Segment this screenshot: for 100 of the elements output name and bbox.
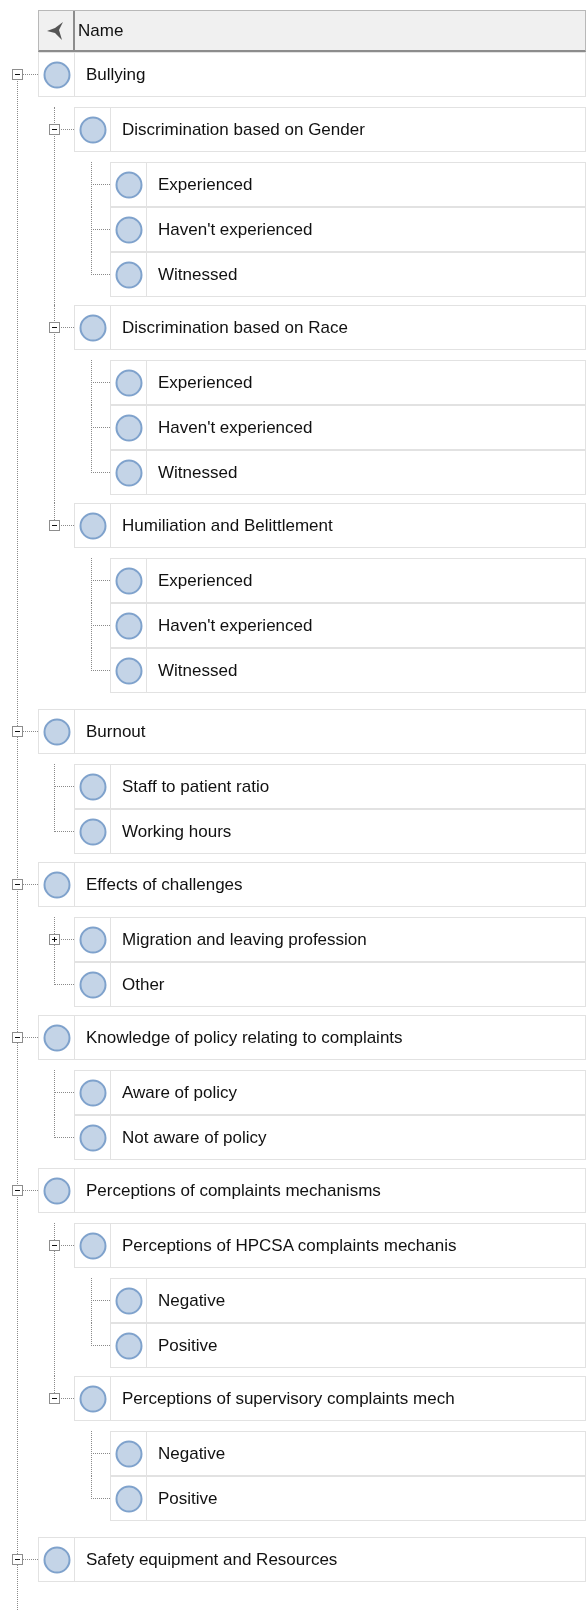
tree-row[interactable]: Experienced — [110, 558, 586, 603]
node-label: Haven't experienced — [157, 416, 313, 439]
node-label: Positive — [157, 1487, 218, 1510]
node-label: Perceptions of complaints mechanisms — [85, 1179, 381, 1202]
circle-icon — [78, 970, 107, 999]
collapse-icon[interactable] — [12, 1032, 23, 1043]
tree-row[interactable]: Safety equipment and Resources — [38, 1537, 586, 1582]
circle-icon — [78, 772, 107, 801]
circle-icon — [78, 511, 107, 540]
circle-icon — [114, 368, 143, 397]
node-label: Experienced — [157, 173, 253, 196]
node-label: Not aware of policy — [121, 1126, 267, 1149]
circle-icon — [78, 1231, 107, 1260]
tree-row[interactable]: Burnout — [38, 709, 586, 754]
collapse-icon[interactable] — [12, 726, 23, 737]
node-label: Other — [121, 973, 165, 996]
tree-row[interactable]: Haven't experienced — [110, 405, 586, 450]
tree-row[interactable]: Positive — [110, 1476, 586, 1521]
circle-icon — [114, 656, 143, 685]
circle-icon — [114, 1439, 143, 1468]
tree-row[interactable]: Not aware of policy — [74, 1115, 586, 1160]
circle-icon — [42, 870, 71, 899]
tree-row[interactable]: Migration and leaving profession — [74, 917, 586, 962]
node-label: Humiliation and Belittlement — [121, 514, 333, 537]
tree-row[interactable]: Effects of challenges — [38, 862, 586, 907]
node-label: Safety equipment and Resources — [85, 1548, 338, 1571]
tree-row[interactable]: Working hours — [74, 809, 586, 854]
tree-row[interactable]: Perceptions of HPCSA complaints mechanis — [74, 1223, 586, 1268]
node-label: Bullying — [85, 63, 146, 86]
column-title[interactable]: Name — [75, 11, 127, 50]
tree-row[interactable]: Aware of policy — [74, 1070, 586, 1115]
node-label: Witnessed — [157, 461, 238, 484]
collapse-icon[interactable] — [49, 1240, 60, 1251]
circle-icon — [114, 1484, 143, 1513]
node-label: Aware of policy — [121, 1081, 237, 1104]
node-label: Experienced — [157, 569, 253, 592]
circle-icon — [114, 566, 143, 595]
tree-row[interactable]: Haven't experienced — [110, 207, 586, 252]
expand-icon[interactable] — [49, 934, 60, 945]
tree-row[interactable]: Experienced — [110, 360, 586, 405]
circle-icon — [42, 717, 71, 746]
circle-icon — [42, 60, 71, 89]
node-label: Negative — [157, 1289, 226, 1312]
node-label: Discrimination based on Gender — [121, 118, 365, 141]
tree-row[interactable]: Bullying — [38, 52, 586, 97]
tree-row[interactable]: Experienced — [110, 162, 586, 207]
node-label: Haven't experienced — [157, 614, 313, 637]
node-label: Witnessed — [157, 659, 238, 682]
tree-row[interactable]: Negative — [110, 1431, 586, 1476]
tree-row[interactable]: Perceptions of supervisory complaints mech — [74, 1376, 586, 1421]
circle-icon — [114, 170, 143, 199]
collapse-icon[interactable] — [49, 322, 60, 333]
tree-row[interactable]: Perceptions of complaints mechanisms — [38, 1168, 586, 1213]
node-label: Burnout — [85, 720, 146, 743]
circle-icon — [78, 817, 107, 846]
tree-row[interactable]: Staff to patient ratio — [74, 764, 586, 809]
collapse-icon[interactable] — [49, 124, 60, 135]
circle-icon — [42, 1023, 71, 1052]
tree-row[interactable]: Humiliation and Belittlement — [74, 503, 586, 548]
node-label: Witnessed — [157, 263, 238, 286]
collapse-icon[interactable] — [12, 1554, 23, 1565]
node-label: Perceptions of supervisory complaints mech — [121, 1387, 455, 1410]
circle-icon — [78, 1078, 107, 1107]
tree-row[interactable]: Witnessed — [110, 648, 586, 693]
circle-icon — [78, 1123, 107, 1152]
circle-icon — [114, 1286, 143, 1315]
node-label: Knowledge of policy relating to complaints — [85, 1026, 403, 1049]
tree-row[interactable]: Negative — [110, 1278, 586, 1323]
collapse-icon[interactable] — [12, 1185, 23, 1196]
circle-icon — [114, 215, 143, 244]
circle-icon — [42, 1176, 71, 1205]
tree-row[interactable]: Witnessed — [110, 450, 586, 495]
circle-icon — [42, 1545, 71, 1574]
tree-row[interactable]: Positive — [110, 1323, 586, 1368]
node-label: Migration and leaving profession — [121, 928, 367, 951]
node-label: Negative — [157, 1442, 226, 1465]
collapse-icon[interactable] — [49, 1393, 60, 1404]
tree-row[interactable]: Witnessed — [110, 252, 586, 297]
node-label: Working hours — [121, 820, 232, 843]
collapse-icon[interactable] — [12, 69, 23, 80]
node-label: Haven't experienced — [157, 218, 313, 241]
node-label: Effects of challenges — [85, 873, 243, 896]
tree-row[interactable]: Discrimination based on Race — [74, 305, 586, 350]
circle-icon — [78, 1384, 107, 1413]
tree-row[interactable]: Discrimination based on Gender — [74, 107, 586, 152]
collapse-icon[interactable] — [12, 879, 23, 890]
node-label: Experienced — [157, 371, 253, 394]
circle-icon — [114, 413, 143, 442]
circle-icon — [78, 313, 107, 342]
circle-icon — [114, 458, 143, 487]
node-label: Discrimination based on Race — [121, 316, 348, 339]
collapse-icon[interactable] — [49, 520, 60, 531]
circle-icon — [114, 260, 143, 289]
circle-icon — [78, 925, 107, 954]
node-label: Staff to patient ratio — [121, 775, 270, 798]
circle-icon — [114, 1331, 143, 1360]
tree-row[interactable]: Knowledge of policy relating to complaints — [38, 1015, 586, 1060]
circle-icon — [78, 115, 107, 144]
tree-row[interactable]: Other — [74, 962, 586, 1007]
tree-row[interactable]: Haven't experienced — [110, 603, 586, 648]
